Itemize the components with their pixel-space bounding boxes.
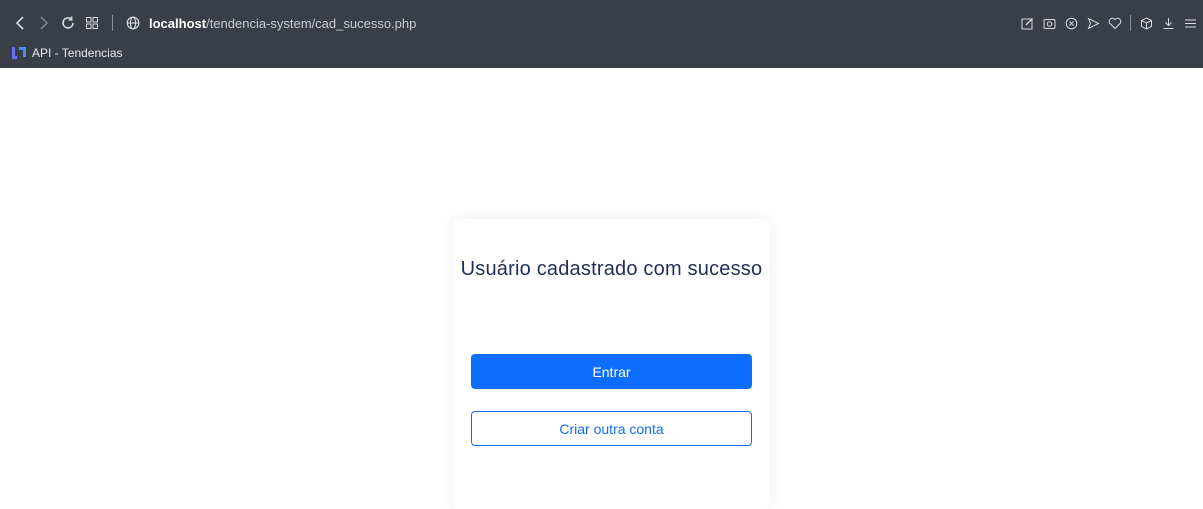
browser-toolbar: localhost/tendencia-system/cad_sucesso.p…: [0, 6, 1203, 40]
forward-icon[interactable]: [32, 11, 56, 35]
cube-icon[interactable]: [1135, 11, 1157, 35]
globe-icon[interactable]: [121, 11, 145, 35]
toolbar-separator: [112, 15, 113, 31]
download-icon[interactable]: [1157, 11, 1179, 35]
reload-icon[interactable]: [56, 11, 80, 35]
browser-chrome: localhost/tendencia-system/cad_sucesso.p…: [0, 0, 1203, 68]
url-path: /tendencia-system/cad_sucesso.php: [206, 15, 417, 31]
send-icon[interactable]: [1082, 11, 1104, 35]
menu-icon[interactable]: [1179, 11, 1201, 35]
success-card: Usuário cadastrado com sucesso Entrar Cr…: [453, 219, 770, 509]
toolbar-separator-right: [1130, 15, 1131, 31]
edit-icon[interactable]: [1016, 11, 1038, 35]
bookmark-logo-icon: [12, 47, 26, 59]
close-circle-icon[interactable]: [1060, 11, 1082, 35]
create-account-button[interactable]: Criar outra conta: [471, 411, 752, 446]
address-bar[interactable]: localhost/tendencia-system/cad_sucesso.p…: [149, 16, 416, 31]
back-icon[interactable]: [8, 11, 32, 35]
heart-icon[interactable]: [1104, 11, 1126, 35]
grid-icon[interactable]: [80, 11, 104, 35]
browser-right-icons: [1016, 6, 1201, 40]
login-button[interactable]: Entrar: [471, 354, 752, 389]
page-title: Usuário cadastrado com sucesso: [460, 258, 763, 280]
bookmark-api-tendencias[interactable]: API - Tendencias: [12, 44, 123, 62]
bookmark-label: API - Tendencias: [32, 46, 123, 60]
camera-icon[interactable]: [1038, 11, 1060, 35]
url-host: localhost: [149, 15, 207, 31]
